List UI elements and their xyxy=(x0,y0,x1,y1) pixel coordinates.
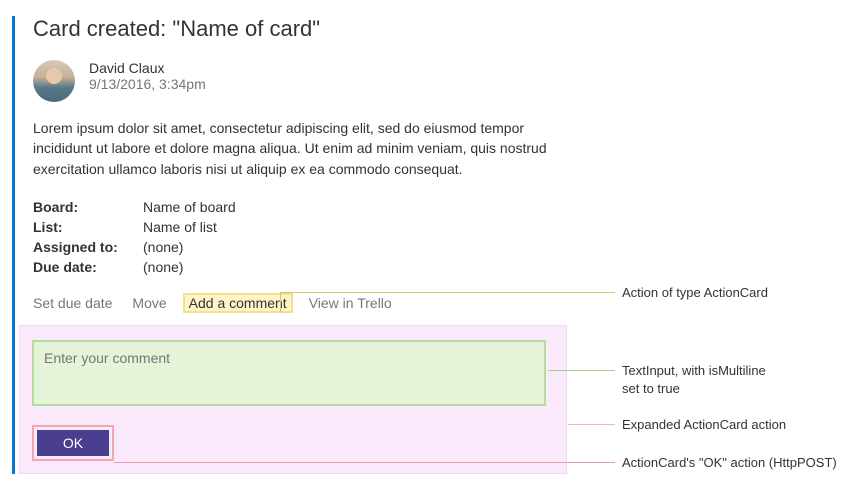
ok-button-highlight: OK xyxy=(32,425,114,461)
card-title: Card created: "Name of card" xyxy=(33,16,569,42)
fact-label: Board: xyxy=(33,199,143,215)
table-row: Assigned to: (none) xyxy=(33,237,569,257)
annotation-action-type: Action of type ActionCard xyxy=(622,285,768,300)
callout-line xyxy=(568,424,615,425)
action-view-in-trello[interactable]: View in Trello xyxy=(309,295,392,311)
fact-value: Name of list xyxy=(143,219,217,235)
card-body: Lorem ipsum dolor sit amet, consectetur … xyxy=(33,118,553,179)
annotation-textinput-2: set to true xyxy=(622,381,680,396)
author-meta: David Claux 9/13/2016, 3:34pm xyxy=(89,60,206,92)
fact-label: Due date: xyxy=(33,259,143,275)
action-bar: Set due date Move Add a comment View in … xyxy=(33,295,569,311)
action-add-comment[interactable]: Add a comment xyxy=(183,293,293,313)
facts-table: Board: Name of board List: Name of list … xyxy=(33,197,569,277)
comment-input[interactable] xyxy=(32,340,546,406)
annotation-textinput-1: TextInput, with isMultiline xyxy=(622,363,766,378)
action-move[interactable]: Move xyxy=(132,295,166,311)
author-timestamp: 9/13/2016, 3:34pm xyxy=(89,76,206,92)
author-name: David Claux xyxy=(89,60,206,76)
action-set-due-date[interactable]: Set due date xyxy=(33,295,112,311)
table-row: List: Name of list xyxy=(33,217,569,237)
callout-line xyxy=(280,292,615,293)
message-card: Card created: "Name of card" David Claux… xyxy=(12,16,569,474)
expanded-actioncard: OK xyxy=(19,325,567,474)
avatar xyxy=(33,60,75,102)
annotation-expanded: Expanded ActionCard action xyxy=(622,417,786,432)
table-row: Due date: (none) xyxy=(33,257,569,277)
ok-button[interactable]: OK xyxy=(37,430,109,456)
fact-label: List: xyxy=(33,219,143,235)
callout-line xyxy=(548,370,615,371)
fact-value: (none) xyxy=(143,239,183,255)
annotation-ok-action: ActionCard's "OK" action (HttpPOST) xyxy=(622,455,837,470)
fact-value: (none) xyxy=(143,259,183,275)
fact-value: Name of board xyxy=(143,199,236,215)
callout-line xyxy=(280,292,281,313)
table-row: Board: Name of board xyxy=(33,197,569,217)
callout-line xyxy=(114,462,615,463)
author-row: David Claux 9/13/2016, 3:34pm xyxy=(33,60,569,102)
fact-label: Assigned to: xyxy=(33,239,143,255)
